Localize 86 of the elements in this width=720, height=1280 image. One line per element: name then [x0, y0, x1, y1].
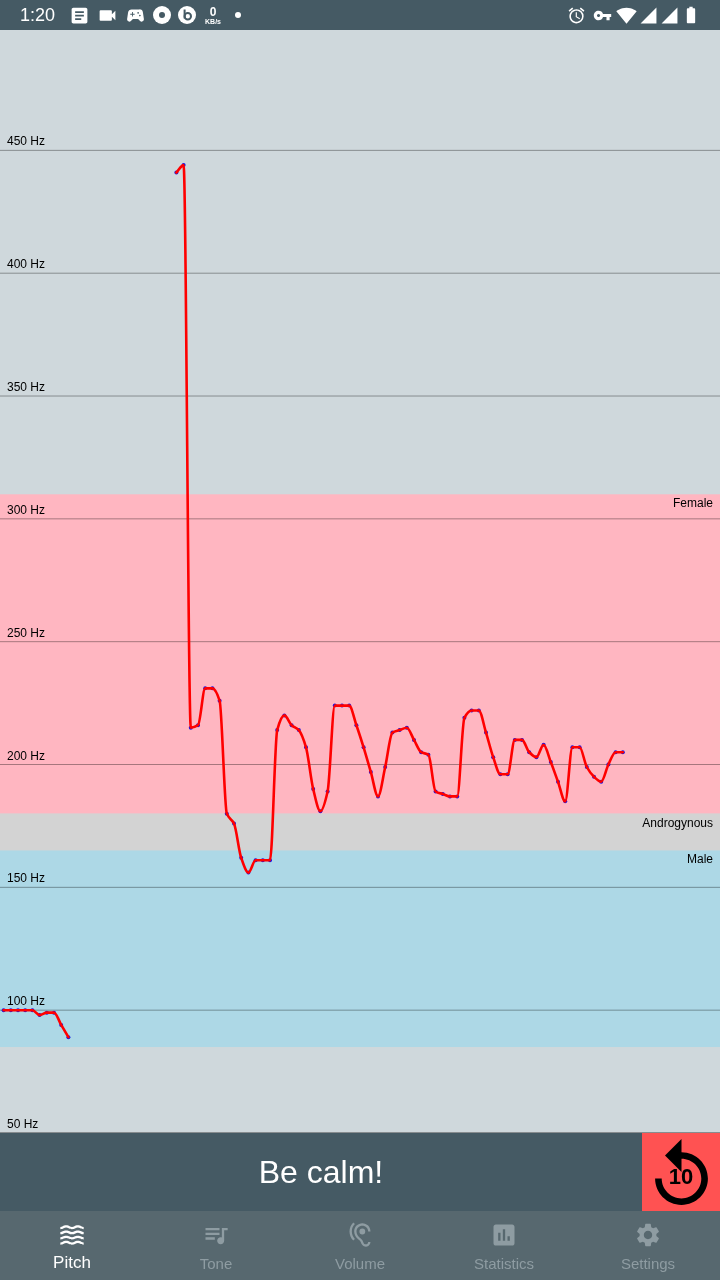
data-point	[210, 686, 215, 691]
data-point	[599, 779, 604, 784]
data-point	[462, 715, 467, 720]
data-point	[275, 728, 280, 733]
data-point	[37, 1013, 42, 1018]
axis-label: 350 Hz	[7, 381, 46, 393]
data-point	[181, 163, 186, 168]
data-point	[498, 772, 503, 777]
feedback-message: Be calm!	[258, 1156, 384, 1188]
band-label: Female	[673, 497, 713, 510]
signal-icon	[639, 5, 658, 25]
data-point	[397, 728, 402, 733]
data-point	[296, 728, 301, 733]
data-point	[448, 794, 452, 799]
data-point	[268, 858, 272, 863]
data-point	[484, 730, 488, 735]
nav-tab[interactable]: Pitch	[0, 1211, 144, 1280]
data-point	[224, 811, 229, 816]
data-point	[376, 794, 380, 799]
axis-label: 200 Hz	[7, 749, 46, 762]
data-point	[556, 779, 560, 784]
data-point	[426, 752, 431, 757]
signal-icon	[660, 5, 679, 25]
data-point	[246, 870, 251, 875]
data-point	[361, 745, 366, 750]
axis-label: 250 Hz	[7, 626, 46, 639]
data-point	[592, 774, 596, 779]
data-point	[332, 703, 337, 708]
data-point	[347, 703, 352, 708]
data-point	[174, 170, 179, 175]
data-point	[289, 723, 294, 728]
data-point	[390, 730, 395, 735]
data-point	[527, 750, 532, 755]
data-point	[404, 725, 409, 730]
data-point	[44, 1010, 49, 1015]
axis-label: 450 Hz	[7, 135, 46, 148]
dot-icon	[235, 12, 241, 18]
data-point	[52, 1010, 56, 1015]
data-point	[520, 737, 524, 742]
data-point	[577, 745, 582, 750]
data-point	[541, 742, 546, 747]
data-point	[563, 799, 568, 804]
data-point	[232, 821, 236, 826]
data-point	[419, 750, 424, 755]
settings-icon	[634, 1221, 662, 1249]
data-point	[188, 725, 193, 730]
data-point	[505, 772, 510, 777]
data-point	[66, 1035, 71, 1040]
alarm-icon	[567, 5, 586, 25]
status-time: 1:20	[20, 6, 56, 24]
data-point	[412, 737, 416, 742]
band-label: Androgynous	[642, 816, 713, 829]
data-point	[282, 713, 287, 718]
data-point	[584, 764, 589, 769]
data-point	[440, 792, 445, 796]
data-point	[196, 723, 200, 728]
data-point	[534, 755, 539, 760]
data-point	[239, 855, 244, 860]
data-point	[318, 809, 323, 814]
data-point	[606, 762, 611, 767]
data-point	[383, 764, 388, 769]
axis-label: 400 Hz	[7, 258, 46, 271]
data-point	[491, 755, 496, 760]
data-point	[59, 1022, 64, 1027]
data-point	[570, 745, 575, 750]
logo-icon	[178, 6, 197, 24]
data-point	[203, 686, 208, 691]
disc-icon	[153, 6, 172, 24]
data-point	[548, 760, 553, 765]
replay-button[interactable]: 10	[642, 1133, 720, 1211]
data-point	[311, 787, 316, 792]
data-point	[304, 745, 308, 750]
band-label: Male	[687, 853, 713, 866]
axis-label: 50 Hz	[7, 1118, 39, 1130]
replay-icon	[654, 1139, 708, 1205]
axis-label: 300 Hz	[7, 503, 46, 516]
network-speed-value: 0	[209, 5, 217, 18]
axis-label: 100 Hz	[7, 995, 46, 1008]
data-point	[512, 737, 517, 742]
data-point	[433, 789, 438, 794]
data-point	[1, 1008, 6, 1013]
axis-label: 150 Hz	[7, 872, 46, 885]
data-point	[455, 794, 460, 799]
data-point	[368, 769, 373, 774]
data-point	[620, 750, 625, 755]
pitch-line	[2, 1008, 70, 1039]
